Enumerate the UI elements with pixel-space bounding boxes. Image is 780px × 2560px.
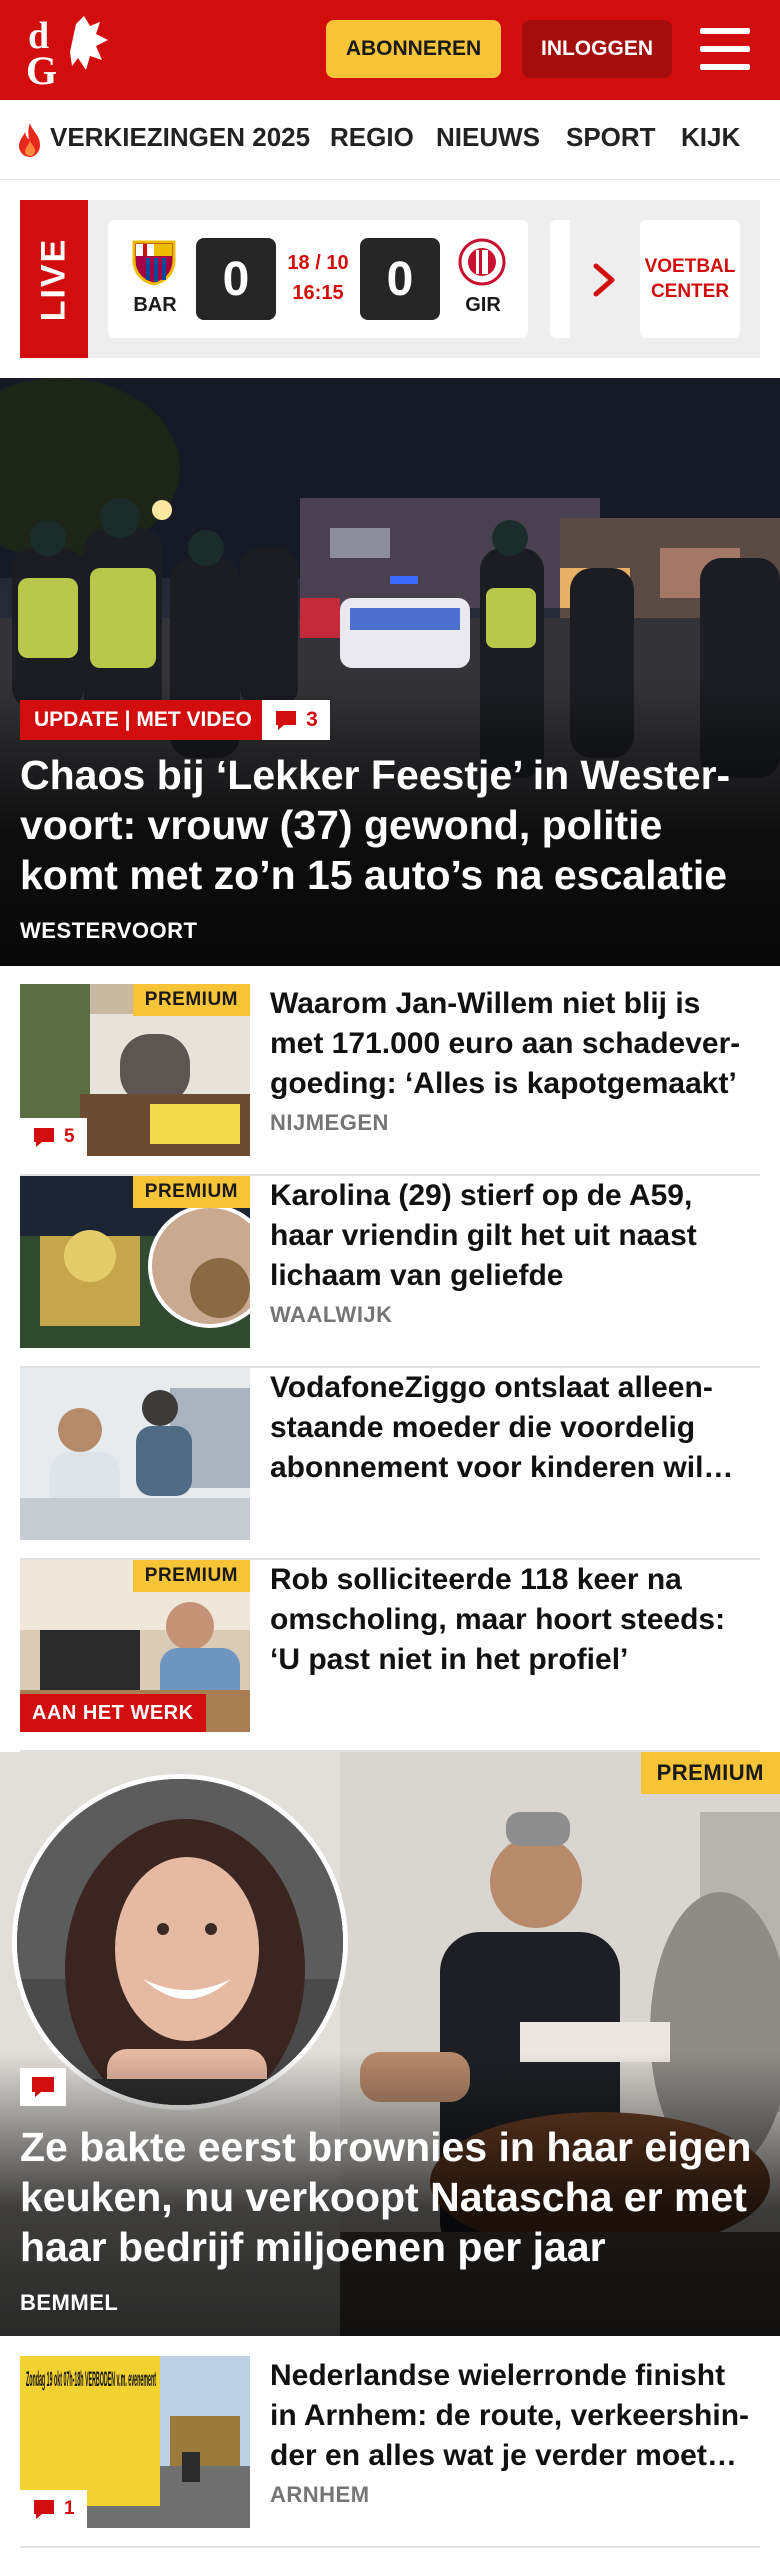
comment-count: 1 (64, 2498, 75, 2519)
comment-icon (276, 711, 297, 730)
home-team-code: BAR (133, 294, 177, 316)
premium-badge: PREMIUM (640, 1752, 780, 1794)
live-scores-strip: LIVE BAR 0 18 / 10 16:15 0 GIR VOETBAL C (20, 200, 760, 358)
article-item[interactable]: Zondag 19 okt 07h-18h VERBODEN v.m. even… (20, 2356, 760, 2548)
update-badge: UPDATE | MET VIDEO (20, 700, 266, 740)
feature-article[interactable]: PREMIUM Ze bakte eerst brownies in haar … (0, 1752, 780, 2336)
article-item[interactable]: VodafoneZiggo ontslaat alleen­staande mo… (20, 1368, 760, 1560)
feature-headline[interactable]: Ze bakte eerst brownies in haar eigen ke… (20, 2122, 765, 2272)
article-thumbnail: PREMIUM (20, 1176, 250, 1348)
article-title[interactable]: VodafoneZiggo ontslaat alleen­staande mo… (270, 1368, 760, 1488)
hamburger-menu-icon[interactable] (700, 28, 750, 70)
hero-comment-count[interactable]: 3 (262, 700, 330, 740)
nav-item-nieuws[interactable]: NIEUWS (436, 122, 540, 153)
subscribe-button[interactable]: ABONNEREN (326, 20, 501, 78)
premium-badge: PREMIUM (132, 984, 250, 1016)
hero-comments-count: 3 (306, 708, 318, 731)
article-thumbnail (20, 1368, 250, 1540)
away-team-code: GIR (465, 294, 501, 316)
site-header: d G ABONNEREN INLOGGEN (0, 0, 780, 100)
section-badge[interactable]: AAN HET WERK (20, 1694, 206, 1732)
girona-crest-icon (458, 238, 506, 286)
live-tab: LIVE (20, 200, 88, 358)
sign-text: Zondag 19 okt 07h-18h VERBODEN v.m. even… (26, 2368, 156, 2391)
live-label: LIVE (34, 237, 73, 321)
nav-item-verkiezingen[interactable]: VERKIEZINGEN 2025 (50, 122, 310, 153)
article-location: WAALWIJK (270, 1302, 393, 1327)
match-card[interactable]: BAR 0 18 / 10 16:15 0 GIR (108, 220, 528, 338)
hero-headline[interactable]: Chaos bij ‘Lekker Feestje’ in Wester­voo… (20, 750, 765, 900)
feature-location: BEMMEL (20, 2290, 119, 2315)
nav-item-kijk[interactable]: KIJK (681, 122, 740, 153)
article-item[interactable]: PREMIUM AAN HET WERK Rob solliciteerde 1… (20, 1560, 760, 1752)
nav-item-regio[interactable]: REGIO (330, 122, 414, 153)
article-thumbnail: PREMIUM AAN HET WERK (20, 1560, 250, 1732)
comment-icon (32, 2077, 54, 2097)
comment-icon (34, 2500, 54, 2519)
match-date: 18 / 10 (287, 252, 349, 274)
home-score: 0 (196, 238, 276, 320)
chevron-right-icon[interactable] (590, 262, 620, 298)
article-title[interactable]: Karolina (29) stierf op de A59, haar vri… (270, 1176, 760, 1296)
section-nav: VERKIEZINGEN 2025 REGIO NIEUWS SPORT KIJ… (0, 100, 780, 180)
feature-comment-button[interactable] (20, 2068, 66, 2106)
match-time: 16:15 (292, 282, 344, 304)
match-datetime: 18 / 10 16:15 (276, 248, 360, 308)
nav-item-sport[interactable]: SPORT (566, 122, 656, 153)
article-location: NIJMEGEN (270, 1110, 389, 1135)
article-title[interactable]: Waarom Jan-Willem niet blij is met 171.0… (270, 984, 760, 1104)
premium-badge: PREMIUM (132, 1176, 250, 1208)
voetbal-center-button[interactable]: VOETBAL CENTER (640, 220, 740, 338)
svg-text:G: G (26, 48, 57, 88)
away-score: 0 (360, 238, 440, 320)
premium-badge: PREMIUM (132, 1560, 250, 1592)
login-button[interactable]: INLOGGEN (522, 20, 672, 78)
hero-location: WESTERVOORT (20, 918, 198, 943)
logo-icon[interactable]: d G (24, 12, 116, 88)
comment-count-badge[interactable]: 1 (20, 2490, 87, 2528)
comment-icon (34, 1128, 54, 1147)
article-thumbnail: Zondag 19 okt 07h-18h VERBODEN v.m. even… (20, 2356, 250, 2528)
article-title[interactable]: Rob solliciteerde 118 keer na omscholing… (270, 1560, 760, 1680)
article-thumbnail: PREMIUM 5 (20, 984, 250, 1156)
article-location: ARNHEM (270, 2482, 370, 2507)
comment-count: 5 (64, 1126, 75, 1147)
article-title[interactable]: Nederlandse wielerronde finisht in Arnhe… (270, 2356, 760, 2476)
comment-count-badge[interactable]: 5 (20, 1118, 87, 1156)
hero-article[interactable]: UPDATE | MET VIDEO 3 Chaos bij ‘Lekker F… (0, 378, 780, 966)
article-item[interactable]: PREMIUM Karolina (29) stierf op de A59, … (20, 1176, 760, 1368)
article-item[interactable]: PREMIUM 5 Waarom Jan-Willem niet blij is… (20, 984, 760, 1176)
next-match-card[interactable] (550, 220, 570, 338)
flame-icon (19, 123, 40, 157)
barcelona-crest-icon (132, 240, 176, 286)
